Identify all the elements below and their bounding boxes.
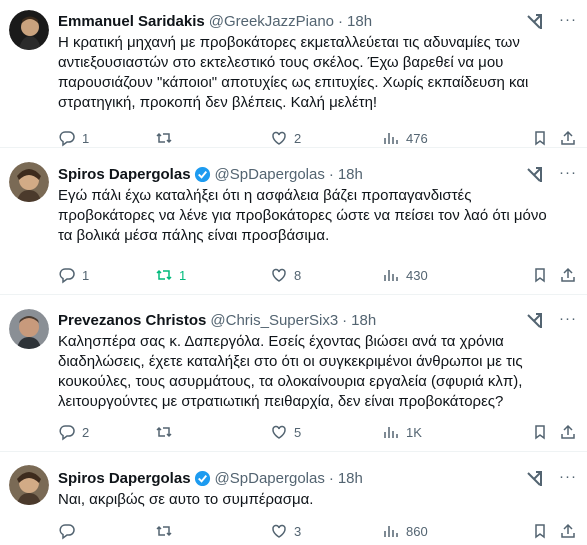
author-handle[interactable]: @SpDapergolas <box>215 166 325 183</box>
author-name[interactable]: Spiros Dapergolas <box>58 166 191 183</box>
views-icon <box>384 270 398 281</box>
like-count: 8 <box>294 267 302 283</box>
grok-icon[interactable] <box>525 13 543 31</box>
more-icon[interactable]: ··· <box>559 310 577 327</box>
views-button[interactable]: 860 <box>382 522 522 540</box>
bookmark-icon <box>535 131 545 146</box>
more-icon[interactable]: ··· <box>559 11 577 28</box>
views-count: 1K <box>406 424 422 440</box>
separator-dot: · <box>328 165 334 183</box>
verified-icon <box>194 470 211 487</box>
bookmark-button[interactable] <box>531 522 577 540</box>
more-icon[interactable]: ··· <box>559 468 577 485</box>
tweet-text: Εγώ πάλι έχω καταλήξει ότι η ασφάλεια βά… <box>58 187 547 244</box>
bookmark-button[interactable] <box>531 266 577 284</box>
like-icon <box>272 268 286 282</box>
timestamp[interactable]: 18h <box>347 13 372 30</box>
retweet-icon <box>156 269 172 281</box>
views-button[interactable]: 430 <box>382 266 522 284</box>
like-button[interactable]: 5 <box>270 423 382 441</box>
reply-count: 2 <box>82 424 90 440</box>
retweet-button[interactable] <box>155 129 270 147</box>
retweet-button[interactable] <box>155 423 270 441</box>
author-handle[interactable]: @Chris_SuperSix3 <box>210 312 338 329</box>
retweet-button[interactable]: 1 <box>155 266 270 284</box>
share-icon[interactable] <box>559 129 577 147</box>
author-handle[interactable]: @GreekJazzPiano <box>209 13 334 30</box>
avatar[interactable] <box>9 465 49 505</box>
action-bar: 1 2 476 <box>58 128 577 148</box>
separator-dot: · <box>338 12 344 30</box>
action-bar: 1 1 8 430 <box>58 265 577 285</box>
bookmark-button[interactable] <box>531 129 577 147</box>
tweet[interactable]: Spiros Dapergolas @SpDapergolas · 18h ··… <box>0 452 587 545</box>
reply-count: 1 <box>82 130 90 146</box>
timestamp[interactable]: 18h <box>351 312 376 329</box>
separator-dot: · <box>342 311 348 329</box>
avatar[interactable] <box>9 309 49 349</box>
share-icon[interactable] <box>559 522 577 540</box>
tweet[interactable]: Prevezanos Christos @Chris_SuperSix3 · 1… <box>0 295 587 452</box>
timestamp[interactable]: 18h <box>338 166 363 183</box>
tweet-text: Ναι, ακριβώς σε αυτο το συμπέρασμα. <box>58 491 314 508</box>
avatar[interactable] <box>9 162 49 202</box>
tweet[interactable]: Emmanuel Saridakis @GreekJazzPiano · 18h… <box>0 0 587 148</box>
share-icon[interactable] <box>559 423 577 441</box>
views-count: 430 <box>406 267 428 283</box>
reply-button[interactable] <box>58 522 155 540</box>
reply-count: 1 <box>82 267 90 283</box>
reply-icon <box>59 425 75 441</box>
reply-icon <box>59 524 75 540</box>
like-icon <box>272 524 286 538</box>
author-name[interactable]: Prevezanos Christos <box>58 312 206 329</box>
like-icon <box>272 131 286 145</box>
grok-icon[interactable] <box>525 470 543 488</box>
share-icon[interactable] <box>559 266 577 284</box>
views-icon <box>384 133 398 144</box>
grok-icon[interactable] <box>525 166 543 184</box>
like-count: 3 <box>294 523 302 539</box>
reply-icon <box>59 131 75 147</box>
tweet-text: Η κρατική μηχανή με προβοκάτορες εκμεταλ… <box>58 34 529 111</box>
bookmark-button[interactable] <box>531 423 577 441</box>
views-button[interactable]: 1K <box>382 423 522 441</box>
author-name[interactable]: Emmanuel Saridakis <box>58 13 205 30</box>
reply-button[interactable]: 1 <box>58 266 155 284</box>
more-icon[interactable]: ··· <box>559 164 577 181</box>
bookmark-icon <box>535 268 545 283</box>
like-count: 5 <box>294 424 302 440</box>
author-name[interactable]: Spiros Dapergolas <box>58 470 191 487</box>
retweet-icon <box>156 132 172 144</box>
reply-icon <box>59 268 75 284</box>
views-count: 860 <box>406 523 428 539</box>
retweet-button[interactable] <box>155 522 270 540</box>
reply-button[interactable]: 1 <box>58 129 155 147</box>
grok-icon[interactable] <box>525 312 543 330</box>
like-button[interactable]: 2 <box>270 129 382 147</box>
like-count: 2 <box>294 130 302 146</box>
views-icon <box>384 427 398 438</box>
separator-dot: · <box>328 469 334 487</box>
tweet-text: Καλησπέρα σας κ. Δαπεργόλα. Εσείς έχοντα… <box>58 333 523 410</box>
retweet-icon <box>156 525 172 537</box>
like-button[interactable]: 8 <box>270 266 382 284</box>
bookmark-icon <box>535 524 545 539</box>
like-icon <box>272 425 286 439</box>
views-count: 476 <box>406 130 428 146</box>
avatar[interactable] <box>9 10 49 50</box>
tweet[interactable]: Spiros Dapergolas @SpDapergolas · 18h ··… <box>0 148 587 295</box>
author-handle[interactable]: @SpDapergolas <box>215 470 325 487</box>
action-bar: 3 860 <box>58 521 577 541</box>
verified-icon <box>194 166 211 183</box>
like-button[interactable]: 3 <box>270 522 382 540</box>
timestamp[interactable]: 18h <box>338 470 363 487</box>
retweet-icon <box>156 426 172 438</box>
views-icon <box>384 526 398 537</box>
bookmark-icon <box>535 425 545 440</box>
reply-button[interactable]: 2 <box>58 423 155 441</box>
views-button[interactable]: 476 <box>382 129 522 147</box>
action-bar: 2 5 1K <box>58 422 577 442</box>
retweet-count: 1 <box>179 267 187 283</box>
